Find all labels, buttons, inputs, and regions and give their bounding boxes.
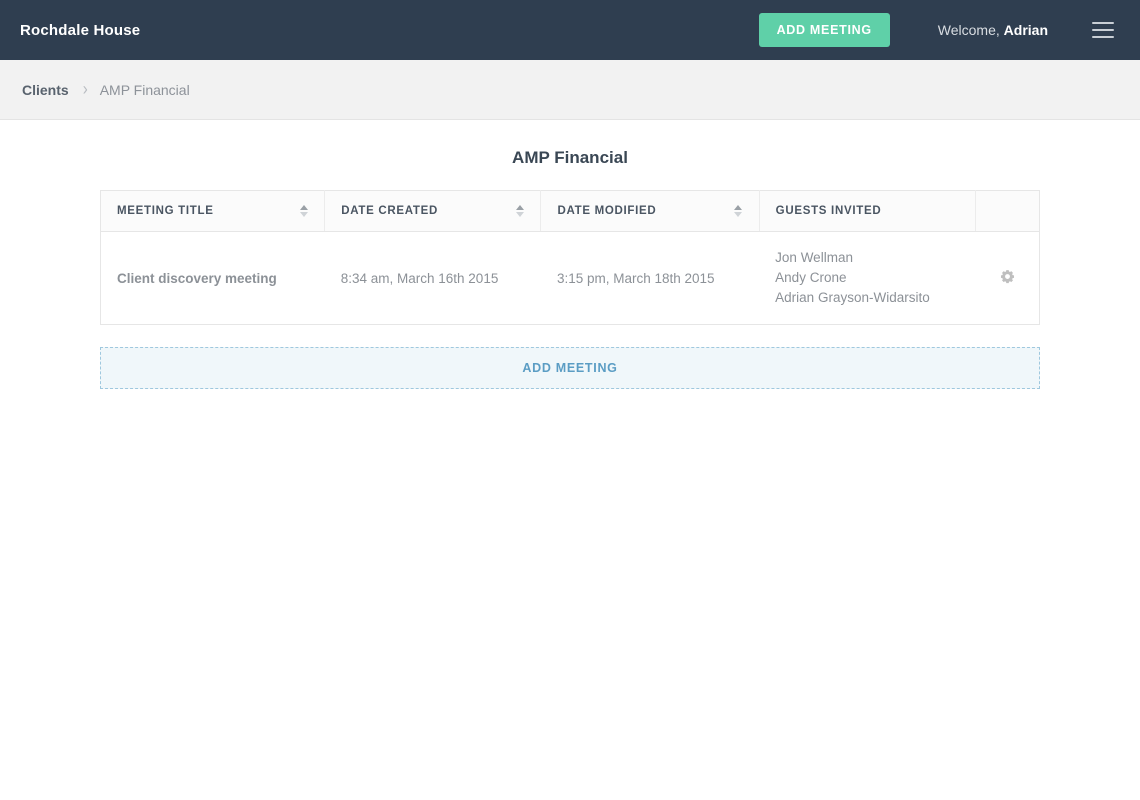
column-header-guests-invited: GUESTS INVITED: [759, 190, 976, 232]
cell-date-created: 8:34 am, March 16th 2015: [340, 270, 499, 286]
sort-icon-meeting-title[interactable]: [299, 205, 308, 217]
welcome-message: Welcome, Adrian: [938, 22, 1048, 38]
sort-descending-arrow: [299, 212, 308, 217]
column-header-label: DATE CREATED: [341, 205, 439, 217]
main-content: AMP Financial MEETING TITLE DATE CREATED: [0, 120, 1140, 389]
brand-title: Rochdale House: [20, 21, 141, 39]
page-title: AMP Financial: [512, 148, 628, 167]
guest-name: Andy Crone: [775, 270, 847, 285]
sort-icon-date-created[interactable]: [515, 205, 524, 217]
meetings-table: MEETING TITLE DATE CREATED DATE MODIFIED: [100, 190, 1040, 325]
chevron-right-icon: ›: [82, 78, 88, 101]
hamburger-icon[interactable]: [1092, 22, 1114, 38]
add-meeting-row-label: ADD MEETING: [522, 361, 618, 375]
welcome-username: Adrian: [1003, 22, 1048, 38]
breadcrumb: Clients › AMP Financial: [0, 60, 1140, 120]
hamburger-line-3: [1092, 36, 1114, 38]
sort-ascending-arrow: [515, 205, 524, 210]
column-header-date-created[interactable]: DATE CREATED: [324, 190, 542, 232]
cell-meeting-title: Client discovery meeting: [117, 270, 277, 286]
top-navigation-bar: Rochdale House ADD MEETING Welcome, Adri…: [0, 0, 1140, 60]
hamburger-line-1: [1092, 22, 1114, 24]
sort-ascending-arrow: [734, 205, 743, 210]
column-header-actions: [975, 190, 1040, 232]
guest-name: Adrian Grayson-Widarsito: [775, 290, 930, 305]
add-meeting-button[interactable]: ADD MEETING: [758, 13, 890, 47]
sort-descending-arrow: [515, 212, 524, 217]
table-header-row: MEETING TITLE DATE CREATED DATE MODIFIED: [100, 190, 1040, 232]
gear-icon[interactable]: [1000, 269, 1015, 284]
guest-name: Jon Wellman: [775, 250, 853, 265]
top-bar-right-group: ADD MEETING Welcome, Adrian: [758, 13, 1122, 47]
guest-list: Jon Wellman Andy Crone Adrian Grayson-Wi…: [775, 248, 959, 308]
sort-ascending-arrow: [299, 205, 308, 210]
meetings-panel: MEETING TITLE DATE CREATED DATE MODIFIED: [100, 190, 1040, 389]
column-header-label: DATE MODIFIED: [557, 205, 657, 217]
column-header-label: MEETING TITLE: [117, 205, 214, 217]
add-meeting-row-button[interactable]: ADD MEETING: [100, 347, 1040, 389]
breadcrumb-current: AMP Financial: [99, 81, 190, 98]
cell-guests-invited: Jon Wellman Andy Crone Adrian Grayson-Wi…: [759, 232, 975, 325]
column-header-label: GUESTS INVITED: [775, 205, 882, 217]
meetings-table-body: Client discovery meeting 8:34 am, March …: [101, 232, 1040, 325]
sort-icon-date-modified[interactable]: [734, 205, 743, 217]
cell-date-modified: 3:15 pm, March 18th 2015: [556, 270, 715, 286]
column-header-date-modified[interactable]: DATE MODIFIED: [540, 190, 760, 232]
column-header-meeting-title[interactable]: MEETING TITLE: [100, 190, 326, 232]
cell-actions: [975, 232, 1039, 325]
sort-descending-arrow: [734, 212, 743, 217]
table-row[interactable]: Client discovery meeting 8:34 am, March …: [101, 232, 1040, 325]
hamburger-line-2: [1092, 29, 1114, 31]
welcome-prefix: Welcome,: [937, 22, 1004, 38]
breadcrumb-link-clients[interactable]: Clients: [22, 82, 69, 98]
meetings-table-header: MEETING TITLE DATE CREATED DATE MODIFIED: [100, 190, 1040, 232]
